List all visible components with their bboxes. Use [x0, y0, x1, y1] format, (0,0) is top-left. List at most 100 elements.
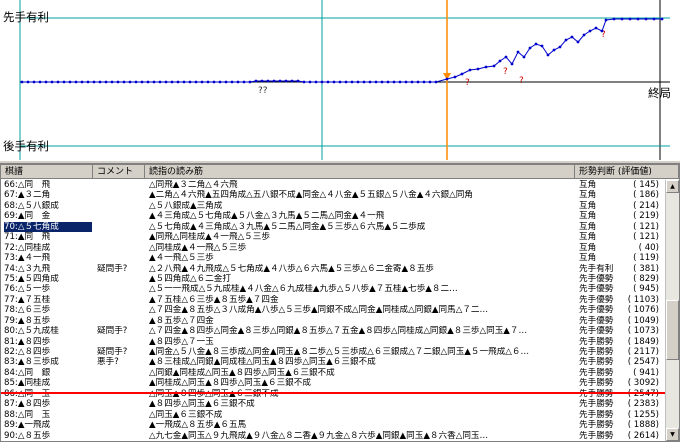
graph-point [416, 80, 420, 84]
table-row[interactable]: 78:△６三歩 △７四金▲８五歩△３八成角▲八歩△５三歩▲同銀不成△同金▲同桂成△… [1, 305, 665, 315]
table-row[interactable]: 67:▲３二角 ▲二角△４六飛▲五四角成△五八銀不成▲同金△４八金▲５五銀△５八金… [1, 190, 665, 200]
cell-line: ▲５四角成△６二金打 [149, 273, 231, 284]
cell-comment: 疑問手? [97, 326, 128, 337]
graph-point [516, 50, 520, 54]
table-row[interactable]: 88:△同 玉 △同玉▲６三銀不成 先手勝勢( 1255) [1, 410, 665, 420]
table-row[interactable]: 71:▲同 飛 ▲同飛△同桂成▲４一飛△５三歩 互角( 121) [1, 232, 665, 242]
graph-point [116, 80, 120, 84]
graph-label-gote: 後手有利 [3, 139, 49, 153]
cell-eval: ( 381) [633, 263, 659, 274]
graph-point [386, 80, 390, 84]
graph-point [134, 80, 138, 84]
table-row[interactable]: 83:▲８三歩成 悪手? ▲８三桂成△同銀▲同成桂△同玉▲８四歩△同玉▲６三銀不成先… [1, 357, 665, 367]
table-row[interactable]: 68:△５八銀成 △５八銀成▲三角成 互角( 214) [1, 201, 665, 211]
graph-point [224, 80, 228, 84]
graph-point [453, 75, 457, 79]
cell-eval: ( 40) [638, 242, 659, 253]
graph-point [338, 80, 342, 84]
graph-point [594, 26, 598, 30]
cell-move: 87:▲８四歩 [4, 399, 51, 410]
graph-point [206, 80, 210, 84]
table-row[interactable]: 74:△３九飛 疑問手? △２八飛▲４九飛成△５七角成▲４八歩△６六馬▲５三歩△６二… [1, 264, 665, 274]
graph-point [528, 46, 532, 50]
cell-eval: ( 945) [633, 284, 659, 295]
table-row[interactable]: 76:△５一歩 △５一一飛成△５九成桂▲４八金△６九成桂▲九歩△５八歩▲７五桂▲七… [1, 284, 665, 294]
graph-point [510, 62, 514, 66]
cell-eval: ( 1255) [627, 409, 659, 420]
graph-point [368, 80, 372, 84]
column-header-judge[interactable]: 形勢判断 (評価値) [575, 165, 679, 179]
column-header-line[interactable]: 読指の読み筋 [145, 165, 575, 179]
table-row[interactable]: 80:△５九成桂 疑問手? △７四金▲８四歩△同金▲８三歩△同銀▲８五歩△７五金▲８… [1, 326, 665, 336]
scrollbar-thumb[interactable] [666, 300, 679, 360]
table-row[interactable]: 69:▲同 金 ▲４三角成△５七角成▲５八金△３九馬▲５二馬△同金▲４一飛 互角( … [1, 211, 665, 221]
graph-point [476, 67, 480, 71]
graph-point [20, 80, 24, 84]
table-row[interactable]: 66:△同 飛 △同飛▲３二角△４六飛 互角( 145) [1, 180, 665, 190]
cell-move: 68:△５八銀成 [4, 200, 59, 211]
cell-line: △５一一飛成△５九成桂▲４八金△６九成桂▲九歩△５八歩▲７五桂▲七歩▲８二… [149, 284, 458, 295]
graph-point [152, 80, 156, 84]
table-row[interactable]: 77:▲７五桂 ▲７五桂△６三歩▲８五歩▲７四金 先手優勢( 1103) [1, 295, 665, 305]
graph-point [284, 79, 288, 83]
table-row[interactable]: 90:△８五歩 △九七金▲同玉△９九飛成▲９八金△８二香▲９九金△８六歩▲同銀▲同… [1, 431, 665, 441]
list-rows: 66:△同 飛 △同飛▲３二角△４六飛 互角( 145) 67:▲３二角 ▲二角△４六飛… [1, 180, 665, 441]
cell-eval: ( 2117) [627, 347, 659, 357]
graph-point [498, 59, 502, 63]
graph-point [32, 80, 36, 84]
graph-point [350, 80, 354, 84]
table-row[interactable]: 73:▲４一飛 ▲４一飛△５三歩 互角( 119) [1, 253, 665, 263]
graph-point [504, 55, 508, 59]
kifu-analysis-window: 先手有利 後手有利 終局 ?? ? ? ? ? 棋譜 コメント 読指の読み筋 形… [0, 0, 680, 442]
cell-eval: ( 2383) [627, 399, 659, 410]
table-row[interactable]: 79:▲８五歩 ▲８五歩△７四金 先手優勢( 1049) [1, 316, 665, 326]
cell-eval: ( 829) [633, 273, 659, 284]
evaluation-graph-canvas[interactable]: 先手有利 後手有利 終局 ?? ? ? ? ? [0, 0, 680, 160]
table-row[interactable]: 85:▲同桂成 ▲同桂成△同玉▲８四歩△同玉▲６三銀不成 先手勝勢( 3092) [1, 378, 665, 388]
cell-move: 77:▲７五桂 [4, 294, 51, 305]
graph-point [492, 64, 496, 68]
cell-comment: 疑問手? [97, 347, 128, 357]
cell-eval: ( 1103) [627, 294, 659, 305]
table-row[interactable]: 82:△８四歩 疑問手? ▲同金△５八金▲８三歩成△同金▲同玉▲８二歩△５三歩成△６… [1, 347, 665, 357]
graph-double-question-mark: ?? [258, 86, 268, 96]
graph-question-mark-2: ? [503, 67, 508, 77]
graph-point [320, 80, 324, 84]
graph-point [576, 40, 580, 44]
cell-eval: ( 119) [633, 253, 659, 264]
table-row[interactable]: 72:△同桂成 △同桂成▲４一飛△５三歩 互角( 40) [1, 243, 665, 253]
cell-eval: ( 121) [633, 232, 659, 243]
graph-point [620, 17, 624, 21]
scroll-down-arrow-icon[interactable]: ▼ [666, 428, 679, 441]
graph-point [422, 80, 426, 84]
cell-line: △同飛▲３二角△４六飛 [149, 180, 238, 190]
graph-point [188, 80, 192, 84]
cell-eval: ( 1073) [627, 326, 659, 337]
graph-point [146, 80, 150, 84]
column-header-move[interactable]: 棋譜 [1, 165, 93, 179]
graph-point [460, 72, 464, 76]
graph-point [56, 80, 60, 84]
graph-point [344, 80, 348, 84]
cell-move: 73:▲４一飛 [4, 253, 51, 264]
vertical-scrollbar[interactable]: ▲ ▼ [665, 180, 679, 441]
cell-move: 81:▲８四歩 [4, 336, 51, 347]
table-row[interactable]: 89:▲一飛成 ▲一飛成△８五歩▲６五馬 先手勝勢( 1888) [1, 420, 665, 430]
graph-point [80, 80, 84, 84]
graph-point [434, 80, 438, 84]
evaluation-graph[interactable]: 先手有利 後手有利 終局 ?? ? ? ? ? [0, 0, 680, 160]
table-row[interactable]: 81:▲８四歩 ▲８四歩△７一玉 先手勝勢( 1849) [1, 337, 665, 347]
table-row[interactable]: 70:△５七角成 △５七角成▲４三角成△３九馬▲５二馬△同金▲５三歩△６六馬▲５二… [1, 221, 665, 233]
graph-eval-line [22, 18, 662, 83]
analysis-list[interactable]: 棋譜 コメント 読指の読み筋 形勢判断 (評価値) 66:△同 飛 △同飛▲３二角… [0, 164, 680, 442]
graph-point [652, 17, 656, 21]
scroll-up-arrow-icon[interactable]: ▲ [666, 180, 679, 193]
cell-line: ▲同飛△同桂成▲４一飛△５三歩 [149, 232, 270, 243]
table-row[interactable]: 87:▲８四歩 ▲８四歩△同玉▲６三銀不成 先手勝勢( 2383) [1, 399, 665, 409]
table-row[interactable]: 84:△同 銀 △同銀▲同桂成△同玉▲８四歩△同玉▲６三銀不成 先手勝勢( 941) [1, 368, 665, 378]
column-header-comment[interactable]: コメント [93, 165, 145, 179]
graph-point [158, 80, 162, 84]
graph-point [356, 80, 360, 84]
table-row[interactable]: 75:▲５四角成 ▲５四角成△６二金打 先手優勢( 829) [1, 274, 665, 284]
graph-point [212, 80, 216, 84]
